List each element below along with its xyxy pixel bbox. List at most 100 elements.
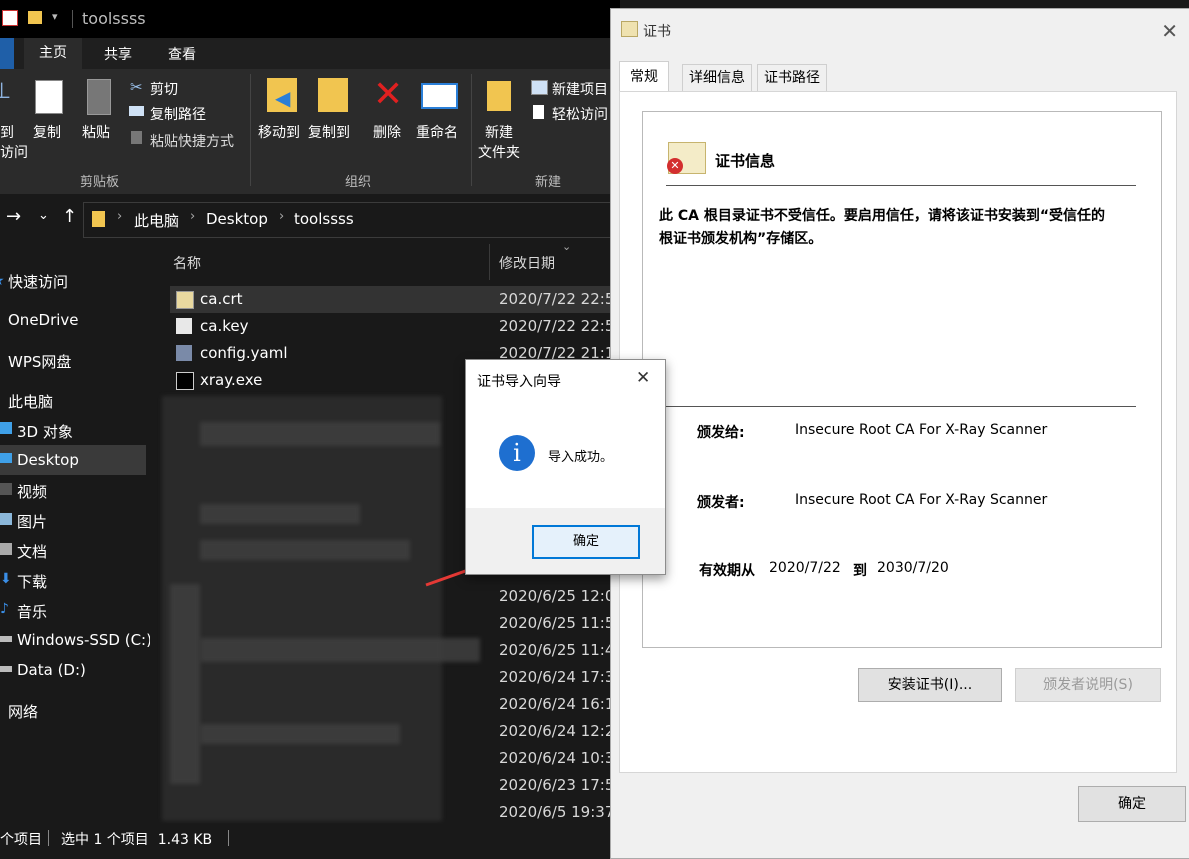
issued-to-value: Insecure Root CA For X-Ray Scanner — [795, 422, 1048, 438]
certificate-dialog: 证书 ✕ 常规 详细信息 证书路径 ✕ 证书信息 此 CA 根目录证书不受信任。… — [610, 8, 1189, 859]
nav-item-quick-access[interactable]: 快速访问 — [8, 271, 68, 292]
delete-button[interactable]: 删除 — [373, 122, 401, 142]
file-row[interactable]: 2020/6/24 12:2 — [170, 718, 620, 745]
new-folder-button-line2[interactable]: 文件夹 — [478, 142, 520, 162]
certificate-file-icon — [176, 291, 194, 309]
install-certificate-button[interactable]: 安装证书(I)... — [858, 668, 1002, 702]
status-divider — [48, 830, 49, 846]
wizard-message: 导入成功。 — [548, 450, 614, 465]
copy-path-button[interactable]: 复制路径 — [150, 104, 206, 124]
certificate-icon — [621, 21, 638, 37]
clipboard-group-label: 剪贴板 — [80, 175, 120, 190]
breadcrumb-this-pc[interactable]: 此电脑 — [134, 210, 179, 231]
breadcrumb-toolssss[interactable]: toolssss — [294, 210, 354, 228]
paste-icon — [87, 79, 111, 115]
nav-item-videos[interactable]: 视频 — [17, 481, 47, 502]
tab-general[interactable]: 常规 — [619, 61, 669, 93]
checkbox-icon[interactable] — [2, 10, 18, 26]
3d-objects-icon — [0, 422, 12, 434]
move-to-button[interactable]: 移动到 — [258, 122, 300, 142]
file-row[interactable]: 2020/6/24 16:1 — [170, 691, 620, 718]
nav-item-drive-d[interactable]: Data (D:) — [17, 661, 86, 679]
pin-label[interactable]: 到 — [0, 122, 14, 142]
explorer-titlebar: ▾ toolssss — [0, 0, 620, 38]
video-icon — [0, 483, 12, 495]
ribbon-tabs: 主页 共享 查看 — [0, 38, 620, 69]
nav-item-downloads[interactable]: 下载 — [17, 571, 47, 592]
paste-shortcut-button[interactable]: 粘贴快捷方式 — [150, 131, 234, 151]
rename-button[interactable]: 重命名 — [416, 122, 458, 142]
up-arrow-icon[interactable]: ↑ — [62, 206, 77, 227]
pin-label-2[interactable]: 访问 — [0, 142, 28, 162]
yaml-file-icon — [176, 345, 192, 361]
nav-item-this-pc[interactable]: 此电脑 — [8, 391, 53, 412]
paste-button[interactable]: 粘贴 — [82, 122, 110, 142]
file-row[interactable]: 2020/6/23 17:5 — [170, 772, 620, 799]
cut-button[interactable]: 剪切 — [150, 79, 178, 99]
copy-path-icon — [129, 106, 144, 116]
documents-icon — [0, 543, 12, 555]
tab-details[interactable]: 详细信息 — [682, 64, 752, 92]
file-row[interactable]: 2020/6/5 19:37 — [170, 799, 620, 826]
drive-icon — [0, 666, 12, 672]
nav-item-3d-objects[interactable]: 3D 对象 — [17, 421, 73, 442]
file-name: xray.exe — [200, 371, 263, 389]
file-row[interactable]: 2020/6/25 12:0 — [170, 583, 620, 610]
file-date: 2020/6/24 12:2 — [499, 722, 615, 740]
ribbon-separator — [250, 74, 251, 186]
copy-button[interactable]: 复制 — [33, 122, 61, 142]
nav-item-documents[interactable]: 文档 — [17, 541, 47, 562]
tab-home[interactable]: 主页 — [24, 38, 82, 69]
new-item-icon — [531, 80, 548, 95]
tab-certification-path[interactable]: 证书路径 — [757, 64, 827, 92]
general-panel: ✕ 证书信息 此 CA 根目录证书不受信任。要启用信任，请将该证书安装到“受信任… — [619, 91, 1177, 773]
issuer-statement-button[interactable]: 颁发者说明(S) — [1015, 668, 1161, 702]
nav-item-onedrive[interactable]: OneDrive — [8, 311, 79, 329]
nav-item-music[interactable]: 音乐 — [17, 601, 47, 622]
file-row-ca-key[interactable]: ca.key 2020/7/22 22:5 — [170, 313, 620, 340]
quick-access-dropdown-icon[interactable]: ▾ — [52, 10, 58, 23]
new-folder-button[interactable]: 新建 — [485, 122, 513, 142]
column-header-name[interactable]: 名称 — [173, 253, 201, 273]
desktop-icon — [0, 453, 12, 463]
file-icon — [176, 318, 192, 334]
easy-access-button[interactable]: 轻松访问 — [552, 104, 608, 124]
file-date: 2020/6/23 17:5 — [499, 776, 615, 794]
file-name: ca.crt — [200, 290, 243, 308]
file-date: 2020/6/24 16:1 — [499, 695, 615, 713]
tab-view[interactable]: 查看 — [168, 44, 196, 64]
nav-item-desktop[interactable]: Desktop — [17, 451, 79, 469]
address-row: → ⌄ ↑ › 此电脑 › Desktop › toolssss — [0, 194, 620, 244]
file-name: config.yaml — [200, 344, 288, 362]
organize-group-label: 组织 — [345, 175, 372, 190]
file-row-ca-crt[interactable]: ca.crt 2020/7/22 22:5 — [170, 286, 620, 313]
forward-arrow-icon[interactable]: → — [6, 206, 21, 227]
new-item-button[interactable]: 新建项目 — [552, 79, 608, 99]
file-row[interactable]: 2020/6/24 17:3 — [170, 664, 620, 691]
recent-dropdown-icon[interactable]: ⌄ — [38, 208, 49, 223]
blurred-file-names — [200, 422, 440, 446]
pictures-icon — [0, 513, 12, 525]
ok-button[interactable]: 确定 — [1078, 786, 1186, 822]
file-row[interactable]: 2020/6/25 11:5 — [170, 610, 620, 637]
copy-to-button[interactable]: 复制到 — [308, 122, 350, 142]
close-icon[interactable]: ✕ — [636, 368, 650, 388]
details-divider — [666, 406, 1136, 407]
selection-info: 选中 1 个项目 1.43 KB — [61, 832, 213, 848]
info-heading: 证书信息 — [715, 152, 776, 170]
paste-shortcut-icon — [131, 131, 142, 144]
nav-item-pictures[interactable]: 图片 — [17, 511, 47, 532]
column-header-date[interactable]: 修改日期 — [499, 253, 555, 273]
certificate-info-box: ✕ 证书信息 此 CA 根目录证书不受信任。要启用信任，请将该证书安装到“受信任… — [642, 111, 1162, 648]
tab-share[interactable]: 共享 — [104, 44, 132, 64]
nav-item-drive-c[interactable]: Windows-SSD (C:) — [17, 631, 152, 649]
file-row[interactable]: 2020/6/24 10:3 — [170, 745, 620, 772]
tab-file[interactable] — [0, 38, 14, 69]
breadcrumb-desktop[interactable]: Desktop — [206, 210, 268, 228]
close-icon[interactable]: ✕ — [1161, 19, 1178, 43]
wizard-ok-button[interactable]: 确定 — [532, 525, 640, 559]
heading-divider — [666, 185, 1136, 186]
file-row[interactable]: 2020/6/25 11:4 — [170, 637, 620, 664]
nav-item-network[interactable]: 网络 — [8, 701, 38, 722]
nav-item-wps[interactable]: WPS网盘 — [8, 351, 71, 372]
